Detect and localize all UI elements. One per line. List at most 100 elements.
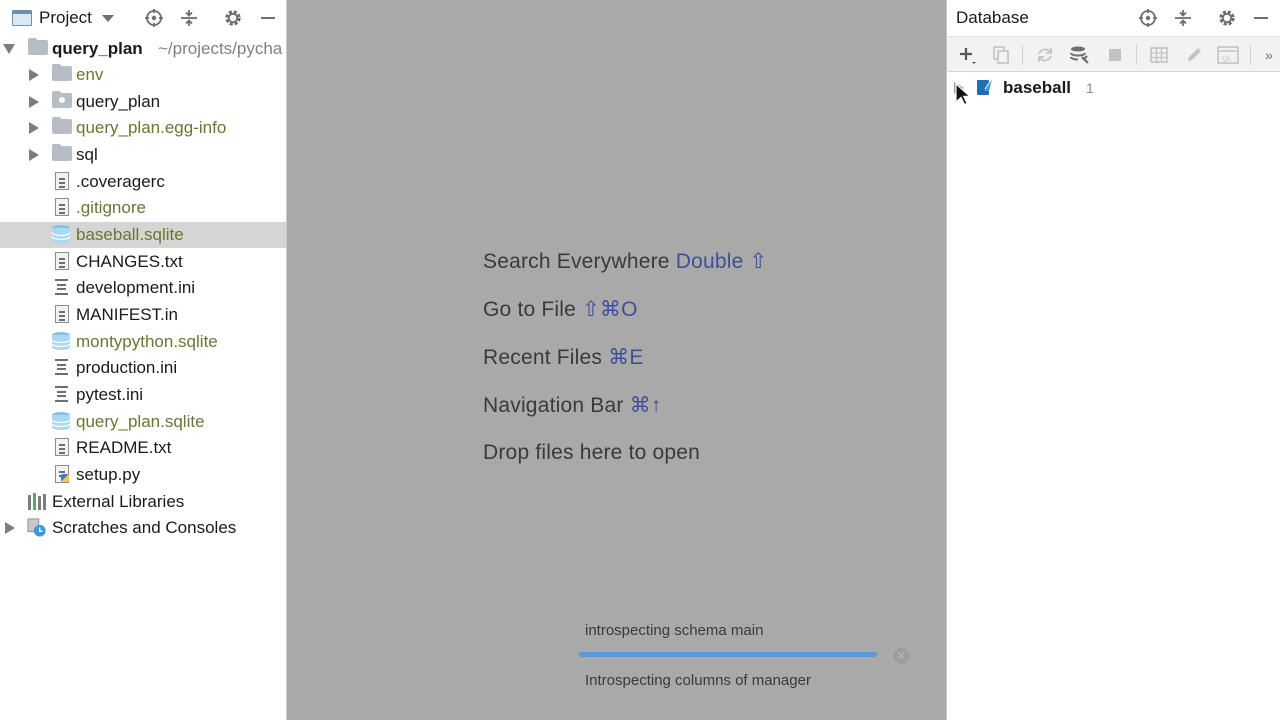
cancel-task-icon[interactable]: ✕ <box>893 648 909 664</box>
expand-arrow-icon[interactable] <box>29 96 39 108</box>
project-panel-header: Project <box>0 0 286 36</box>
text-file-icon <box>55 252 69 270</box>
gear-icon[interactable] <box>1217 8 1237 28</box>
folder-icon <box>52 64 72 81</box>
database-file-icon <box>51 412 71 430</box>
tree-item-scratches[interactable]: Scratches and Consoles <box>0 515 286 541</box>
table-editor-icon[interactable] <box>1148 44 1170 66</box>
tree-item-pytest-ini[interactable]: pytest.ini <box>0 382 286 408</box>
expand-arrow-icon[interactable] <box>3 44 15 54</box>
refresh-icon[interactable] <box>1034 44 1056 66</box>
tree-item-label: README.txt <box>76 438 172 457</box>
datasource-count: 1 <box>1086 80 1094 96</box>
tree-item-manifest-in[interactable]: MANIFEST.in <box>0 302 286 328</box>
folder-icon <box>52 117 72 134</box>
hint-recent-files: Recent Files ⌘E <box>483 345 644 370</box>
tree-root-row[interactable]: query_plan ~/projects/pycha <box>0 36 286 62</box>
tree-item-production-ini[interactable]: production.ini <box>0 355 286 381</box>
project-view-icon <box>12 10 32 26</box>
database-file-icon <box>51 332 71 350</box>
schema-settings-icon[interactable] <box>1069 44 1091 66</box>
expand-arrow-icon[interactable] <box>29 69 39 81</box>
text-file-icon <box>55 172 69 190</box>
database-tool-window: Database QL » baseball 1 <box>946 0 1280 720</box>
tree-item-baseball-sqlite[interactable]: baseball.sqlite <box>0 222 286 248</box>
edit-pencil-icon[interactable] <box>1183 44 1205 66</box>
duplicate-icon[interactable] <box>990 44 1012 66</box>
hint-shortcut: ⌘E <box>608 346 644 369</box>
expand-arrow-icon[interactable] <box>29 122 39 134</box>
tree-item-label: sql <box>76 145 98 164</box>
hint-shortcut: ⌘↑ <box>629 394 662 417</box>
tree-item-label: .coveragerc <box>76 172 165 191</box>
collapse-all-icon[interactable] <box>179 8 199 28</box>
text-file-icon <box>55 438 69 456</box>
tree-item-label: query_plan.sqlite <box>76 412 205 431</box>
tree-item-egg-info[interactable]: query_plan.egg-info <box>0 115 286 141</box>
editor-empty-area[interactable]: Search Everywhere Double ⇧ Go to File ⇧⌘… <box>287 0 946 720</box>
tree-item-label: MANIFEST.in <box>76 305 179 324</box>
hint-go-to-file: Go to File ⇧⌘O <box>483 297 638 322</box>
datasource-name: baseball <box>1003 78 1072 97</box>
query-console-icon[interactable]: QL <box>1217 44 1239 66</box>
locate-target-icon[interactable] <box>1138 8 1158 28</box>
folder-icon <box>52 144 72 161</box>
library-icon <box>28 493 46 510</box>
tree-item-label: CHANGES.txt <box>76 252 183 271</box>
database-panel-header: Database <box>947 0 1280 36</box>
tree-item-label: baseball.sqlite <box>76 225 184 244</box>
expand-arrow-icon[interactable] <box>29 149 39 161</box>
tree-item-readme-txt[interactable]: README.txt <box>0 435 286 461</box>
tree-item-label: env <box>76 65 104 84</box>
collapse-all-icon[interactable] <box>1173 8 1193 28</box>
hint-drop-files: Drop files here to open <box>483 441 700 465</box>
minimize-icon[interactable] <box>1251 8 1271 28</box>
tree-item-development-ini[interactable]: development.ini <box>0 275 286 301</box>
root-project-name: query_plan <box>52 39 143 58</box>
tree-item-setup-py[interactable]: setup.py <box>0 462 286 488</box>
stop-icon[interactable] <box>1104 44 1126 66</box>
tree-item-coveragerc[interactable]: .coveragerc <box>0 169 286 195</box>
config-file-icon <box>55 279 68 295</box>
svg-text:QL: QL <box>1222 56 1231 63</box>
view-dropdown-icon[interactable] <box>101 14 114 22</box>
tree-item-changes-txt[interactable]: CHANGES.txt <box>0 249 286 275</box>
more-overflow-icon[interactable]: » <box>1258 44 1280 66</box>
progress-status: Introspecting columns of manager <box>585 672 811 689</box>
tree-item-label: pytest.ini <box>76 385 144 404</box>
tree-item-label: Scratches and Consoles <box>52 518 237 537</box>
tree-item-external-libraries[interactable]: External Libraries <box>0 489 286 515</box>
progress-title: introspecting schema main <box>585 622 764 639</box>
project-panel-title[interactable]: Project <box>39 8 92 28</box>
tree-item-label: montypython.sqlite <box>76 332 218 351</box>
tree-item-sql[interactable]: sql <box>0 142 286 168</box>
text-file-icon <box>55 305 69 323</box>
hint-shortcut: ⇧⌘O <box>582 298 638 321</box>
tree-item-env[interactable]: env <box>0 62 286 88</box>
hint-text: Recent Files <box>483 346 603 369</box>
add-datasource-icon[interactable] <box>956 44 978 66</box>
expand-arrow-icon[interactable] <box>5 522 15 534</box>
gear-icon[interactable] <box>223 8 243 28</box>
tree-item-query-plan-sqlite[interactable]: query_plan.sqlite <box>0 409 286 435</box>
tree-item-gitignore[interactable]: .gitignore <box>0 195 286 221</box>
tree-item-label: production.ini <box>76 358 178 377</box>
progress-bar <box>579 652 877 657</box>
tree-item-query-plan-package[interactable]: query_plan <box>0 89 286 115</box>
folder-icon <box>28 38 48 55</box>
tree-item-montypython-sqlite[interactable]: montypython.sqlite <box>0 329 286 355</box>
locate-target-icon[interactable] <box>144 8 164 28</box>
datasource-row[interactable]: baseball 1 <box>947 75 1280 101</box>
tree-item-label: External Libraries <box>52 492 185 511</box>
database-panel-title[interactable]: Database <box>956 8 1029 28</box>
progress-bar-fill <box>579 652 877 657</box>
tree-item-label: query_plan.egg-info <box>76 118 227 137</box>
hint-text: Go to File <box>483 298 577 321</box>
database-file-icon <box>51 225 71 243</box>
config-file-icon <box>55 359 68 375</box>
package-folder-icon <box>52 91 72 108</box>
tree-item-label: query_plan <box>76 92 161 111</box>
minimize-icon[interactable] <box>258 8 278 28</box>
config-file-icon <box>55 386 68 402</box>
tree-item-label: .gitignore <box>76 198 146 217</box>
